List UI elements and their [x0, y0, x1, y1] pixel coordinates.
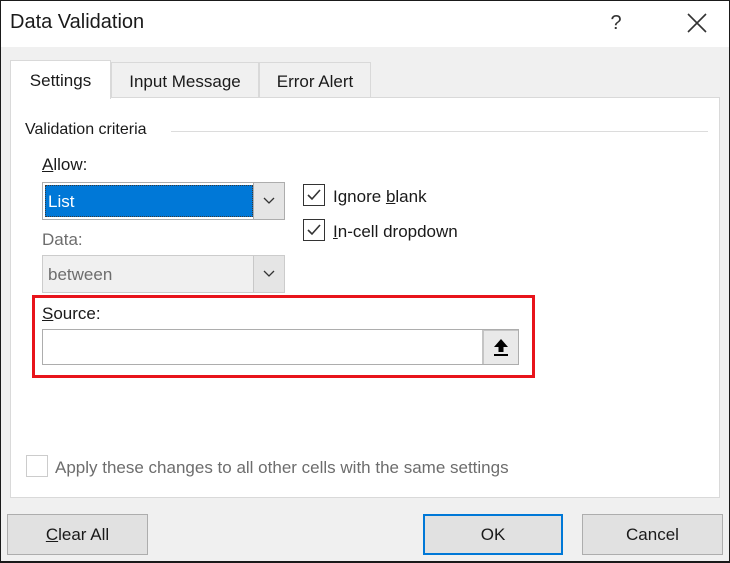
data-validation-dialog: Data Validation ? Settings Input Message… [0, 0, 730, 563]
close-icon [687, 13, 707, 33]
ignore-blank-label[interactable]: Ignore blank [333, 187, 427, 207]
tab-input-message[interactable]: Input Message [111, 62, 259, 98]
data-dropdown[interactable]: between [42, 255, 285, 293]
chevron-down-icon [263, 270, 275, 277]
dialog-title: Data Validation [10, 11, 145, 33]
checkmark-icon [307, 189, 321, 201]
allow-label: Allow: [42, 155, 88, 174]
apply-all-checkbox[interactable] [26, 455, 48, 477]
data-dropdown-button[interactable] [253, 256, 284, 292]
in-cell-dropdown-checkbox[interactable] [303, 219, 325, 241]
collapse-dialog-button[interactable] [482, 330, 518, 364]
checkmark-icon [307, 224, 321, 236]
allow-dropdown-button[interactable] [253, 183, 284, 219]
source-label: Source: [42, 304, 101, 323]
tab-error-alert[interactable]: Error Alert [259, 62, 371, 98]
section-divider [171, 131, 708, 132]
data-label: Data: [42, 230, 83, 249]
chevron-down-icon [263, 197, 275, 204]
close-button[interactable] [677, 7, 717, 39]
help-button[interactable]: ? [599, 7, 633, 39]
validation-criteria-heading: Validation criteria [25, 121, 153, 139]
ok-button[interactable]: OK [423, 514, 563, 555]
collapse-dialog-arrow-up-icon [494, 339, 508, 356]
settings-panel: Validation criteria Allow: List Data: be… [10, 97, 720, 498]
cancel-button[interactable]: Cancel [582, 514, 723, 555]
apply-all-label[interactable]: Apply these changes to all other cells w… [55, 458, 509, 478]
data-dropdown-value: between [48, 265, 113, 284]
in-cell-dropdown-label[interactable]: In-cell dropdown [333, 222, 458, 242]
source-input[interactable] [42, 329, 519, 365]
tab-settings[interactable]: Settings [10, 60, 111, 99]
ignore-blank-checkbox[interactable] [303, 184, 325, 206]
allow-dropdown-value: List [45, 185, 253, 217]
clear-all-button[interactable]: Clear All [7, 514, 148, 555]
allow-dropdown[interactable]: List [42, 182, 285, 220]
title-bar: Data Validation ? [1, 1, 729, 47]
